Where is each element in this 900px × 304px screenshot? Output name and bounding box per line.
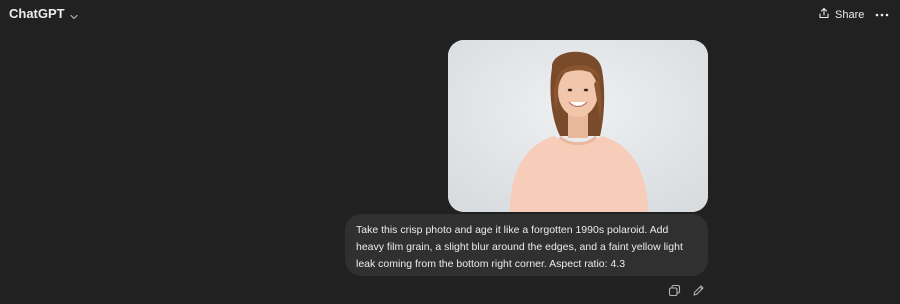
share-button[interactable]: Share	[818, 6, 864, 24]
copy-icon	[668, 284, 680, 296]
chevron-down-icon	[69, 9, 79, 19]
model-selector-button[interactable]: ChatGPT	[9, 6, 79, 21]
edit-pencil-icon	[692, 284, 704, 296]
more-options-button[interactable]	[874, 8, 890, 20]
share-label: Share	[835, 9, 865, 21]
share-icon	[818, 6, 830, 24]
copy-button[interactable]	[667, 283, 681, 297]
portrait-photo-illustration	[448, 40, 708, 212]
chat-window: ChatGPT Share Take this crisp photo and …	[0, 0, 900, 304]
top-bar: ChatGPT Share	[0, 0, 900, 30]
more-horizontal-icon	[875, 13, 889, 17]
message-actions	[667, 283, 705, 297]
user-message-bubble: Take this crisp photo and age it like a …	[345, 214, 708, 276]
uploaded-photo[interactable]	[448, 40, 708, 212]
edit-button[interactable]	[691, 283, 705, 297]
user-message-text: Take this crisp photo and age it like a …	[356, 224, 683, 270]
model-name: ChatGPT	[9, 6, 65, 21]
